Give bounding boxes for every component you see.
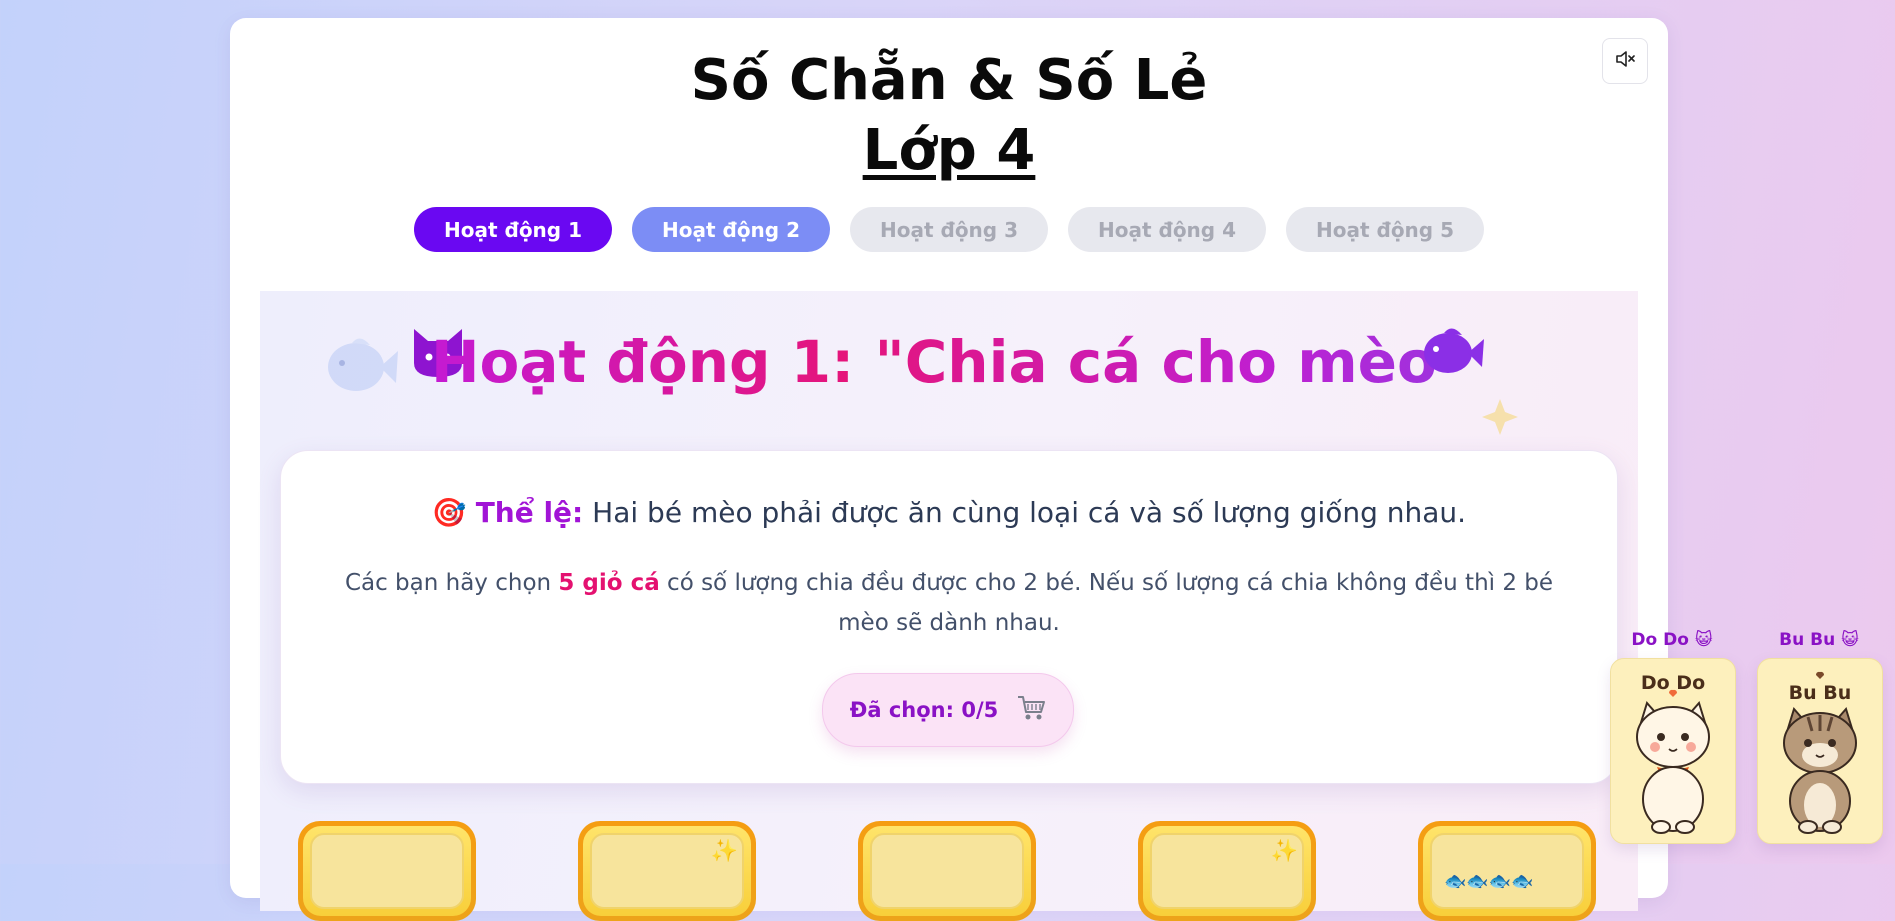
fish-basket[interactable] xyxy=(858,821,1036,921)
fish-basket[interactable]: ✨ xyxy=(1138,821,1316,921)
rule-label: Thể lệ: xyxy=(475,496,584,529)
tab-activity-4[interactable]: Hoạt động 4 xyxy=(1068,207,1266,252)
shopping-cart-icon xyxy=(1016,694,1046,727)
tab-activity-2[interactable]: Hoạt động 2 xyxy=(632,207,830,252)
counter-label: Đã chọn: 0/5 xyxy=(849,698,999,722)
instruction-highlight: 5 giỏ cá xyxy=(558,570,660,596)
page-title: Số Chẵn & Số Lẻ Lớp 4 xyxy=(230,46,1668,186)
fish-basket[interactable]: ✨ xyxy=(578,821,756,921)
pet-name: Do Do 😺 xyxy=(1631,630,1713,650)
activity-title-text: Hoạt động 1: "Chia cá cho mèo" xyxy=(430,328,1468,396)
title-main: Số Chẵn & Số Lẻ xyxy=(690,48,1208,113)
fish-row-icons: 🐟🐟🐟🐟 xyxy=(1444,871,1534,892)
rule-text: Hai bé mèo phải được ăn cùng loại cá và … xyxy=(583,496,1467,529)
instruction-text: Các bạn hãy chọn 5 giỏ cá có số lượng ch… xyxy=(321,563,1577,643)
basket-inner xyxy=(870,833,1024,909)
pet-panel: Do Do 😺 Do Do Bu Bu 😺 Bu Bu xyxy=(1610,630,1883,850)
activity-stage: Hoạt động 1: "Chia cá cho mèo" 🎯 Thể lệ:… xyxy=(260,291,1638,921)
cat-portrait: Bu Bu xyxy=(1757,658,1883,844)
cat-portrait: Do Do xyxy=(1610,658,1736,844)
tab-activity-3[interactable]: Hoạt động 3 xyxy=(850,207,1048,252)
rule-line: 🎯 Thể lệ: Hai bé mèo phải được ăn cùng l… xyxy=(281,496,1617,529)
basket-inner xyxy=(310,833,464,909)
sparkle-icon: ✨ xyxy=(1270,839,1298,864)
rules-panel: 🎯 Thể lệ: Hai bé mèo phải được ăn cùng l… xyxy=(280,450,1618,784)
target-icon: 🎯 xyxy=(431,496,467,529)
fish-icon xyxy=(1422,323,1484,383)
svg-text:Bu Bu: Bu Bu xyxy=(1789,682,1852,704)
instruction-pre: Các bạn hãy chọn xyxy=(344,570,559,596)
pet-name: Bu Bu 😺 xyxy=(1779,630,1859,650)
pet-card-bubu: Bu Bu 😺 Bu Bu xyxy=(1757,630,1883,844)
tab-activity-1[interactable]: Hoạt động 1 xyxy=(414,207,612,252)
instruction-post: có số lượng chia đều được cho 2 bé. Nếu … xyxy=(659,570,1554,636)
title-grade: Lớp 4 xyxy=(862,118,1036,183)
pet-card-dodo: Do Do 😺 Do Do xyxy=(1610,630,1736,844)
sparkle-icon xyxy=(1478,395,1522,439)
tab-activity-5[interactable]: Hoạt động 5 xyxy=(1286,207,1484,252)
selection-counter: Đã chọn: 0/5 xyxy=(822,673,1074,747)
basket-frame xyxy=(863,826,1031,916)
main-card: Số Chẵn & Số Lẻ Lớp 4 Hoạt động 1 Hoạt đ… xyxy=(230,18,1668,921)
basket-frame xyxy=(303,826,471,916)
sparkle-icon: ✨ xyxy=(710,839,738,864)
fish-basket[interactable]: 🐟🐟🐟🐟 xyxy=(1418,821,1596,921)
activity-tabs: Hoạt động 1 Hoạt động 2 Hoạt động 3 Hoạt… xyxy=(230,207,1668,252)
fish-basket[interactable] xyxy=(298,821,476,921)
